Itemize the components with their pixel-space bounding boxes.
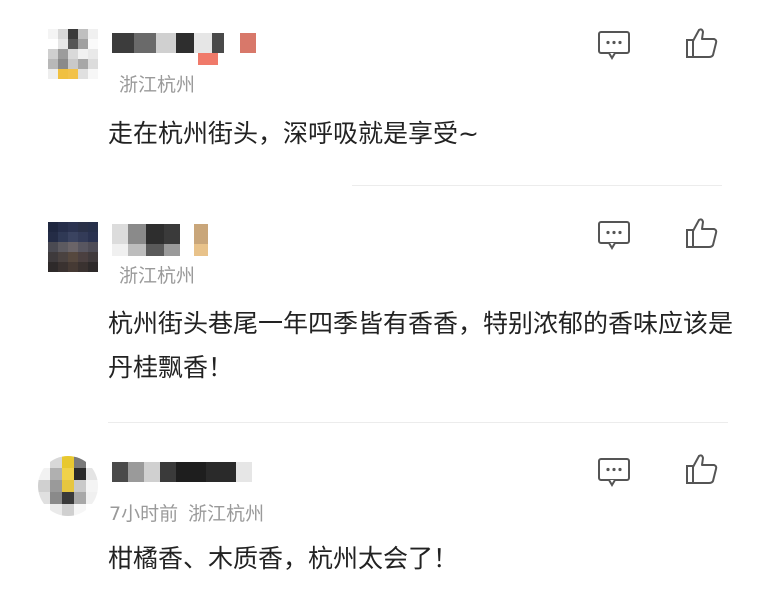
comment-item: 浙江杭州 杭州街头巷尾一年四季皆有香香，特别浓郁的香味应该是丹桂飘香！ (0, 186, 779, 423)
avatar[interactable] (48, 29, 98, 79)
avatar-mosaic (38, 456, 98, 516)
avatar[interactable] (38, 456, 98, 516)
avatar-mosaic (48, 222, 98, 272)
username-obscured[interactable] (112, 224, 208, 244)
comment-meta: 浙江杭州 (109, 261, 195, 288)
comment-location: 浙江杭州 (119, 265, 196, 287)
thumbs-up-icon[interactable] (685, 452, 719, 486)
comment-text: 走在杭州街头，深呼吸就是享受~ (108, 119, 479, 148)
comment-location: 浙江杭州 (119, 74, 196, 96)
comment-bubble-icon[interactable] (597, 28, 631, 62)
comment-item: 7小时前 浙江杭州 柑橘香、木质香，杭州太会了！ (0, 422, 779, 594)
username-obscured[interactable] (112, 462, 252, 482)
comment-text: 柑橘香、木质香，杭州太会了！ (108, 544, 459, 573)
avatar-mosaic (48, 29, 98, 79)
comment-time: 7小时前 (109, 503, 179, 525)
username-obscured[interactable] (112, 33, 256, 53)
username-obscured-suffix (198, 53, 218, 71)
thumbs-up-icon[interactable] (685, 216, 719, 250)
avatar[interactable] (48, 222, 98, 272)
comment-bubble-icon[interactable] (597, 455, 631, 489)
thumbs-up-icon[interactable] (685, 26, 719, 60)
comment-item: 浙江杭州 走在杭州街头，深呼吸就是享受~ (0, 0, 779, 186)
comment-meta: 浙江杭州 (109, 70, 195, 97)
comment-meta: 7小时前 浙江杭州 (109, 499, 264, 526)
comment-bubble-icon[interactable] (597, 218, 631, 252)
comment-text: 杭州街头巷尾一年四季皆有香香，特别浓郁的香味应该是丹桂飘香！ (108, 309, 734, 382)
comment-location: 浙江杭州 (188, 503, 265, 525)
